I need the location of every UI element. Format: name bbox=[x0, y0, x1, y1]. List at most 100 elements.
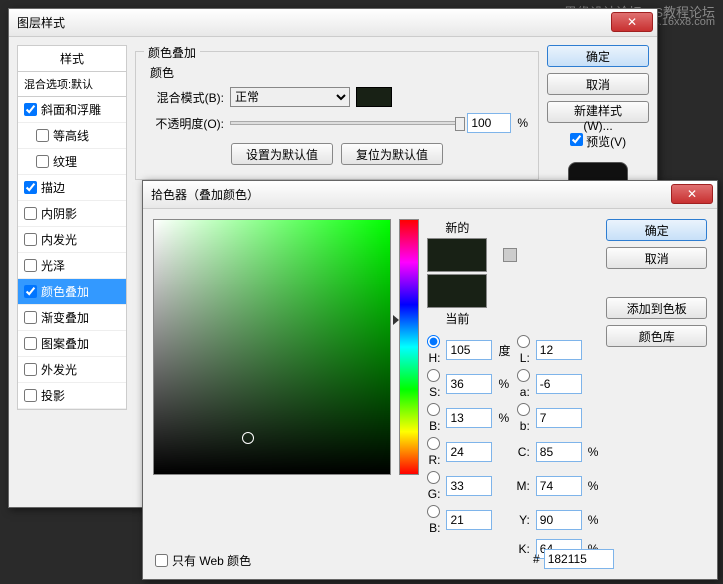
style-item-4[interactable]: 内阴影 bbox=[18, 201, 126, 227]
overlay-color-swatch[interactable] bbox=[356, 87, 392, 107]
web-only-label: 只有 Web 颜色 bbox=[172, 552, 251, 569]
opacity-input[interactable] bbox=[467, 113, 511, 133]
mode-radio-L[interactable] bbox=[517, 335, 530, 348]
hue-indicator-icon bbox=[393, 315, 399, 325]
add-swatch-button[interactable]: 添加到色板 bbox=[606, 297, 707, 319]
web-only-checkbox[interactable] bbox=[155, 554, 168, 567]
val-unit-C: % bbox=[588, 445, 599, 459]
style-label: 颜色叠加 bbox=[41, 283, 89, 300]
style-label: 图案叠加 bbox=[41, 335, 89, 352]
new-style-button[interactable]: 新建样式(W)... bbox=[547, 101, 649, 123]
style-item-10[interactable]: 外发光 bbox=[18, 357, 126, 383]
color-library-button[interactable]: 颜色库 bbox=[606, 325, 707, 347]
val-label-C: C: bbox=[516, 445, 529, 459]
mode-radio-S[interactable] bbox=[427, 369, 440, 382]
style-checkbox[interactable] bbox=[24, 181, 37, 194]
reset-default-button[interactable]: 复位为默认值 bbox=[341, 143, 443, 165]
hex-input[interactable] bbox=[544, 549, 614, 569]
style-checkbox[interactable] bbox=[24, 207, 37, 220]
color-picker-dialog: 拾色器（叠加颜色） ✕ 新的 当前 H:度 L bbox=[142, 180, 718, 580]
val-input-R[interactable] bbox=[446, 442, 492, 462]
val-input-b2[interactable] bbox=[536, 408, 582, 428]
val-label-G: G: bbox=[427, 471, 440, 501]
mode-radio-a[interactable] bbox=[517, 369, 530, 382]
style-checkbox[interactable] bbox=[24, 337, 37, 350]
style-item-11[interactable]: 投影 bbox=[18, 383, 126, 409]
style-item-6[interactable]: 光泽 bbox=[18, 253, 126, 279]
style-checkbox[interactable] bbox=[24, 311, 37, 324]
val-input-H[interactable] bbox=[446, 340, 492, 360]
val-input-Bb[interactable] bbox=[446, 510, 492, 530]
styles-header[interactable]: 样式 bbox=[18, 46, 126, 72]
style-item-2[interactable]: 纹理 bbox=[18, 149, 126, 175]
opacity-unit: % bbox=[517, 116, 528, 130]
style-checkbox[interactable] bbox=[24, 103, 37, 116]
val-unit-Y: % bbox=[588, 513, 599, 527]
picker-ok-button[interactable]: 确定 bbox=[606, 219, 707, 241]
new-color-swatch[interactable] bbox=[427, 238, 487, 272]
blend-options-row[interactable]: 混合选项:默认 bbox=[18, 72, 126, 97]
style-checkbox[interactable] bbox=[24, 233, 37, 246]
style-checkbox[interactable] bbox=[36, 155, 49, 168]
color-overlay-group: 颜色叠加 颜色 混合模式(B): 正常 不透明度(O): % 设置为默认值 复位… bbox=[135, 51, 539, 180]
color-picker-title: 拾色器（叠加颜色） bbox=[151, 188, 259, 202]
style-item-9[interactable]: 图案叠加 bbox=[18, 331, 126, 357]
style-checkbox[interactable] bbox=[24, 285, 37, 298]
close-icon[interactable]: ✕ bbox=[611, 12, 653, 32]
style-label: 外发光 bbox=[41, 361, 77, 378]
style-checkbox[interactable] bbox=[24, 389, 37, 402]
val-label-L: L: bbox=[516, 335, 529, 365]
val-input-S[interactable] bbox=[446, 374, 492, 394]
mode-radio-Bb[interactable] bbox=[427, 505, 440, 518]
set-default-button[interactable]: 设置为默认值 bbox=[231, 143, 333, 165]
current-color-swatch[interactable] bbox=[427, 274, 487, 308]
blend-mode-select[interactable]: 正常 bbox=[230, 87, 350, 107]
style-checkbox[interactable] bbox=[24, 363, 37, 376]
style-item-8[interactable]: 渐变叠加 bbox=[18, 305, 126, 331]
cube-icon[interactable] bbox=[503, 248, 517, 262]
sub-title: 颜色 bbox=[150, 64, 528, 81]
style-label: 等高线 bbox=[53, 127, 89, 144]
style-label: 斜面和浮雕 bbox=[41, 101, 101, 118]
opacity-label: 不透明度(O): bbox=[146, 115, 224, 132]
style-item-3[interactable]: 描边 bbox=[18, 175, 126, 201]
cancel-button[interactable]: 取消 bbox=[547, 73, 649, 95]
val-input-B[interactable] bbox=[446, 408, 492, 428]
style-checkbox[interactable] bbox=[24, 259, 37, 272]
style-item-1[interactable]: 等高线 bbox=[18, 123, 126, 149]
small-swatch[interactable] bbox=[497, 282, 513, 298]
style-label: 内阴影 bbox=[41, 205, 77, 222]
val-input-a[interactable] bbox=[536, 374, 582, 394]
val-label-B: B: bbox=[427, 403, 440, 433]
color-field[interactable] bbox=[153, 219, 391, 475]
ok-button[interactable]: 确定 bbox=[547, 45, 649, 67]
val-label-S: S: bbox=[427, 369, 440, 399]
val-input-Y[interactable] bbox=[536, 510, 582, 530]
mode-radio-b2[interactable] bbox=[517, 403, 530, 416]
mode-radio-B[interactable] bbox=[427, 403, 440, 416]
new-label: 新的 bbox=[445, 219, 469, 236]
hue-slider[interactable] bbox=[399, 219, 419, 475]
close-icon[interactable]: ✕ bbox=[671, 184, 713, 204]
val-label-M: M: bbox=[516, 479, 529, 493]
color-picker-titlebar[interactable]: 拾色器（叠加颜色） ✕ bbox=[143, 181, 717, 209]
style-item-7[interactable]: 颜色叠加 bbox=[18, 279, 126, 305]
style-item-5[interactable]: 内发光 bbox=[18, 227, 126, 253]
picker-cancel-button[interactable]: 取消 bbox=[606, 247, 707, 269]
mode-radio-G[interactable] bbox=[427, 471, 440, 484]
mode-radio-R[interactable] bbox=[427, 437, 440, 450]
style-checkbox[interactable] bbox=[36, 129, 49, 142]
val-input-G[interactable] bbox=[446, 476, 492, 496]
preview-checkbox[interactable] bbox=[570, 133, 583, 146]
style-item-0[interactable]: 斜面和浮雕 bbox=[18, 97, 126, 123]
layer-style-titlebar[interactable]: 图层样式 ✕ bbox=[9, 9, 657, 37]
styles-list: 样式 混合选项:默认 斜面和浮雕等高线纹理描边内阴影内发光光泽颜色叠加渐变叠加图… bbox=[17, 45, 127, 410]
val-label-a: a: bbox=[516, 369, 529, 399]
opacity-slider[interactable] bbox=[230, 121, 461, 125]
val-input-M[interactable] bbox=[536, 476, 582, 496]
val-input-L[interactable] bbox=[536, 340, 582, 360]
val-input-C[interactable] bbox=[536, 442, 582, 462]
preview-label: 预览(V) bbox=[586, 135, 626, 149]
mode-radio-H[interactable] bbox=[427, 335, 440, 348]
val-label-Bb: B: bbox=[427, 505, 440, 535]
